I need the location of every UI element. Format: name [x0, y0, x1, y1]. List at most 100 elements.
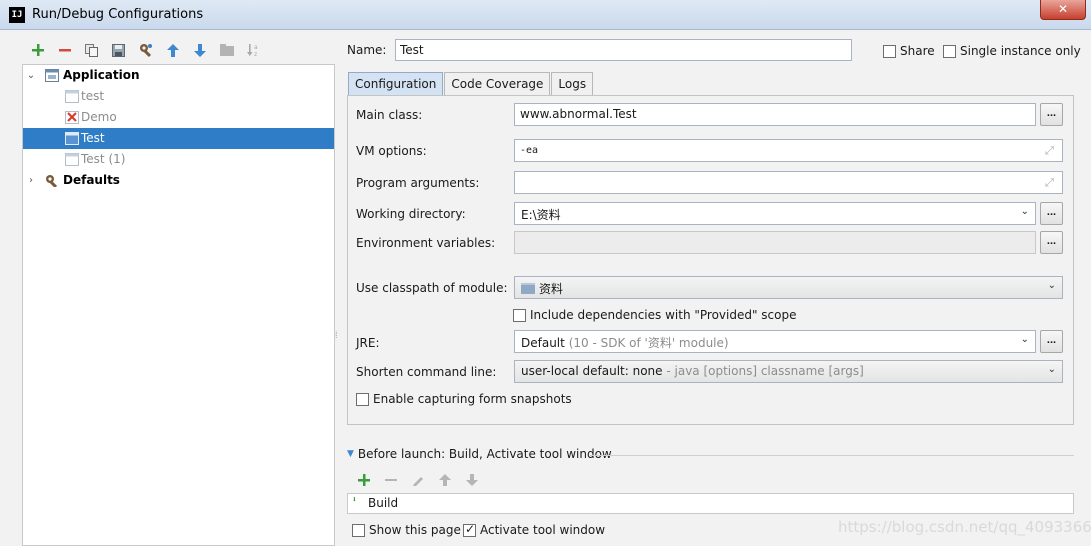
before-launch-header[interactable]: ▼ Before launch: Build, Activate tool wi…: [347, 447, 612, 461]
window-title: Run/Debug Configurations: [32, 7, 204, 22]
move-task-up-icon[interactable]: [431, 470, 458, 490]
jre-value: Default: [521, 336, 565, 350]
tree-item-test-lowercase[interactable]: test: [23, 86, 334, 107]
save-icon[interactable]: [105, 40, 132, 60]
tree-item-label: Demo: [81, 110, 117, 124]
before-launch-task-build[interactable]: Build: [368, 496, 398, 510]
single-instance-checkbox-box[interactable]: [943, 44, 956, 58]
tree-node-defaults[interactable]: › Defaults: [23, 170, 334, 191]
tab-configuration[interactable]: Configuration: [348, 72, 444, 96]
move-task-down-icon[interactable]: [458, 470, 485, 490]
pane-splitter-handle[interactable]: ⁞: [335, 330, 339, 346]
environment-variables-browse-button[interactable]: ...: [1040, 231, 1063, 254]
environment-variables-label: Environment variables:: [356, 236, 496, 250]
classpath-module-label: Use classpath of module:: [356, 281, 508, 295]
configuration-tree[interactable]: ⌄ Application test Demo Test Test (1) › …: [22, 64, 335, 546]
intellij-app-icon: IJ: [9, 7, 25, 23]
include-provided-checkbox-box[interactable]: [513, 308, 526, 322]
share-label: Share: [900, 44, 935, 58]
working-directory-browse-button[interactable]: ...: [1040, 202, 1063, 225]
title-bar: IJ Run/Debug Configurations ✕: [0, 0, 1091, 30]
folder-icon[interactable]: [213, 40, 240, 60]
share-checkbox[interactable]: Share: [883, 44, 935, 58]
main-class-browse-button[interactable]: ...: [1040, 103, 1063, 126]
include-provided-checkbox[interactable]: Include dependencies with "Provided" sco…: [513, 308, 797, 322]
vm-options-label: VM options:: [356, 144, 427, 158]
include-provided-label: Include dependencies with "Provided" sco…: [530, 308, 797, 322]
config-icon: [65, 90, 79, 103]
tree-item-test-1[interactable]: Test (1): [23, 149, 334, 170]
jre-combo[interactable]: Default (10 - SDK of '资料' module) ⌄: [514, 330, 1036, 353]
copy-icon[interactable]: [78, 40, 105, 60]
config-error-icon: [65, 111, 79, 124]
vm-options-value: -ea: [520, 145, 539, 156]
wrench-icon[interactable]: [132, 40, 159, 60]
edit-task-icon[interactable]: [404, 470, 431, 490]
name-field[interactable]: Test: [395, 39, 852, 61]
single-instance-checkbox[interactable]: Single instance only: [943, 44, 1081, 58]
watermark-text: https://blog.csdn.net/qq_40933663: [838, 518, 1091, 536]
enable-snapshots-checkbox[interactable]: Enable capturing form snapshots: [356, 392, 572, 406]
classpath-module-value: 资料: [539, 282, 564, 296]
tree-label-defaults: Defaults: [63, 173, 120, 187]
expand-field-icon[interactable]: ⤢: [1045, 144, 1058, 157]
show-this-page-checkbox[interactable]: Show this page: [352, 523, 461, 537]
program-arguments-label: Program arguments:: [356, 176, 480, 190]
vm-options-field[interactable]: -ea ⤢: [514, 139, 1063, 162]
enable-snapshots-checkbox-box[interactable]: [356, 392, 369, 406]
working-directory-label: Working directory:: [356, 207, 466, 221]
add-task-icon[interactable]: [350, 470, 377, 490]
chevron-down-icon[interactable]: ⌄: [1048, 280, 1056, 291]
activate-tool-window-checkbox-box[interactable]: [463, 522, 476, 537]
sort-icon[interactable]: az: [240, 40, 267, 60]
show-this-page-checkbox-box[interactable]: [352, 523, 365, 537]
single-instance-label: Single instance only: [960, 44, 1081, 58]
tab-strip: Configuration Code Coverage Logs: [348, 72, 594, 96]
classpath-module-combo[interactable]: 资料 ⌄: [514, 276, 1063, 299]
chevron-down-icon[interactable]: ⌄: [1021, 206, 1029, 217]
chevron-down-icon[interactable]: ⌄: [1021, 334, 1029, 345]
collapse-triangle-icon[interactable]: ▼: [347, 449, 354, 459]
move-down-icon[interactable]: [186, 40, 213, 60]
tree-item-label: Test: [81, 131, 105, 145]
share-checkbox-box[interactable]: [883, 44, 896, 58]
jre-browse-button[interactable]: ...: [1040, 330, 1063, 353]
expand-arrow-icon[interactable]: ⌄: [25, 65, 37, 86]
tab-code-coverage[interactable]: Code Coverage: [444, 72, 551, 96]
before-launch-toolbar: [350, 470, 485, 490]
working-directory-combo[interactable]: E:\资料 ⌄: [514, 202, 1036, 225]
name-label: Name:: [347, 43, 387, 57]
shorten-command-line-hint: - java [options] classname [args]: [666, 364, 864, 378]
tree-node-application[interactable]: ⌄ Application: [23, 65, 334, 86]
activate-tool-window-checkbox[interactable]: Activate tool window: [463, 522, 606, 537]
working-directory-value: E:\资料: [521, 208, 561, 222]
separator-line: [590, 455, 1074, 456]
config-icon: [65, 132, 79, 145]
add-icon[interactable]: [24, 40, 51, 60]
shorten-command-line-combo[interactable]: user-local default: none - java [options…: [514, 360, 1063, 383]
environment-variables-field[interactable]: [514, 231, 1036, 254]
activate-tool-window-label: Activate tool window: [480, 523, 606, 537]
program-arguments-field[interactable]: ⤢: [514, 171, 1063, 194]
remove-task-icon[interactable]: [377, 470, 404, 490]
before-launch-title: Before launch: Build, Activate tool wind…: [357, 447, 612, 461]
expand-field-icon[interactable]: ⤢: [1045, 176, 1058, 189]
before-launch-task-list[interactable]: ⬇ Build: [347, 493, 1074, 514]
main-class-label: Main class:: [356, 108, 423, 122]
tree-item-test-selected[interactable]: Test: [23, 128, 334, 149]
tab-logs[interactable]: Logs: [551, 72, 594, 96]
remove-icon[interactable]: [51, 40, 78, 60]
chevron-down-icon[interactable]: ⌄: [1048, 364, 1056, 375]
tree-label-application: Application: [63, 68, 140, 82]
collapse-arrow-icon[interactable]: ›: [25, 170, 37, 191]
config-toolbar: az: [24, 40, 267, 60]
main-class-field[interactable]: www.abnormal.Test: [514, 103, 1036, 126]
move-up-icon[interactable]: [159, 40, 186, 60]
tree-item-label: test: [81, 89, 105, 103]
close-window-button[interactable]: ✕: [1040, 0, 1086, 20]
wrench-icon: [46, 175, 58, 187]
tree-item-label: Test (1): [81, 152, 126, 166]
jre-hint: (10 - SDK of '资料' module): [568, 336, 729, 350]
build-icon: ⬇: [352, 495, 357, 504]
tree-item-demo[interactable]: Demo: [23, 107, 334, 128]
